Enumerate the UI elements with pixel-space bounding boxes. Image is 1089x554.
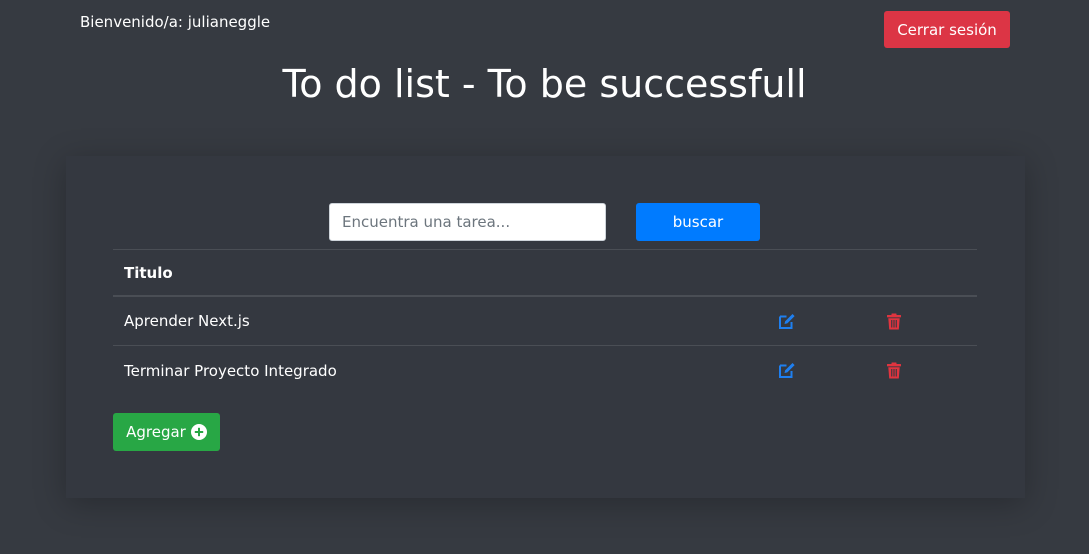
logout-button[interactable]: Cerrar sesión [884,11,1010,48]
plus-circle-icon [190,424,207,440]
table-header: Titulo [113,249,977,297]
todo-card: buscar Titulo Aprender Next.js [66,156,1025,498]
task-title: Aprender Next.js [124,312,250,330]
search-input[interactable] [329,203,606,241]
table-row: Terminar Proyecto Integrado [113,346,977,395]
welcome-text: Bienvenido/a: julianeggle [80,13,271,31]
edit-icon[interactable] [777,360,797,380]
table-row: Aprender Next.js [113,297,977,346]
edit-icon[interactable] [777,311,797,331]
task-title: Terminar Proyecto Integrado [124,361,337,380]
trash-icon[interactable] [884,311,904,331]
page: Bienvenido/a: julianeggle Cerrar sesión … [0,0,1089,554]
add-task-button[interactable]: Agregar [113,413,220,451]
search-button[interactable]: buscar [636,203,760,241]
add-button-label: Agregar [126,423,186,441]
column-header-title: Titulo [124,263,173,282]
page-title: To do list - To be successfull [282,62,807,106]
task-table: Titulo Aprender Next.js Terminar Proyect… [113,249,977,395]
trash-icon[interactable] [884,360,904,380]
